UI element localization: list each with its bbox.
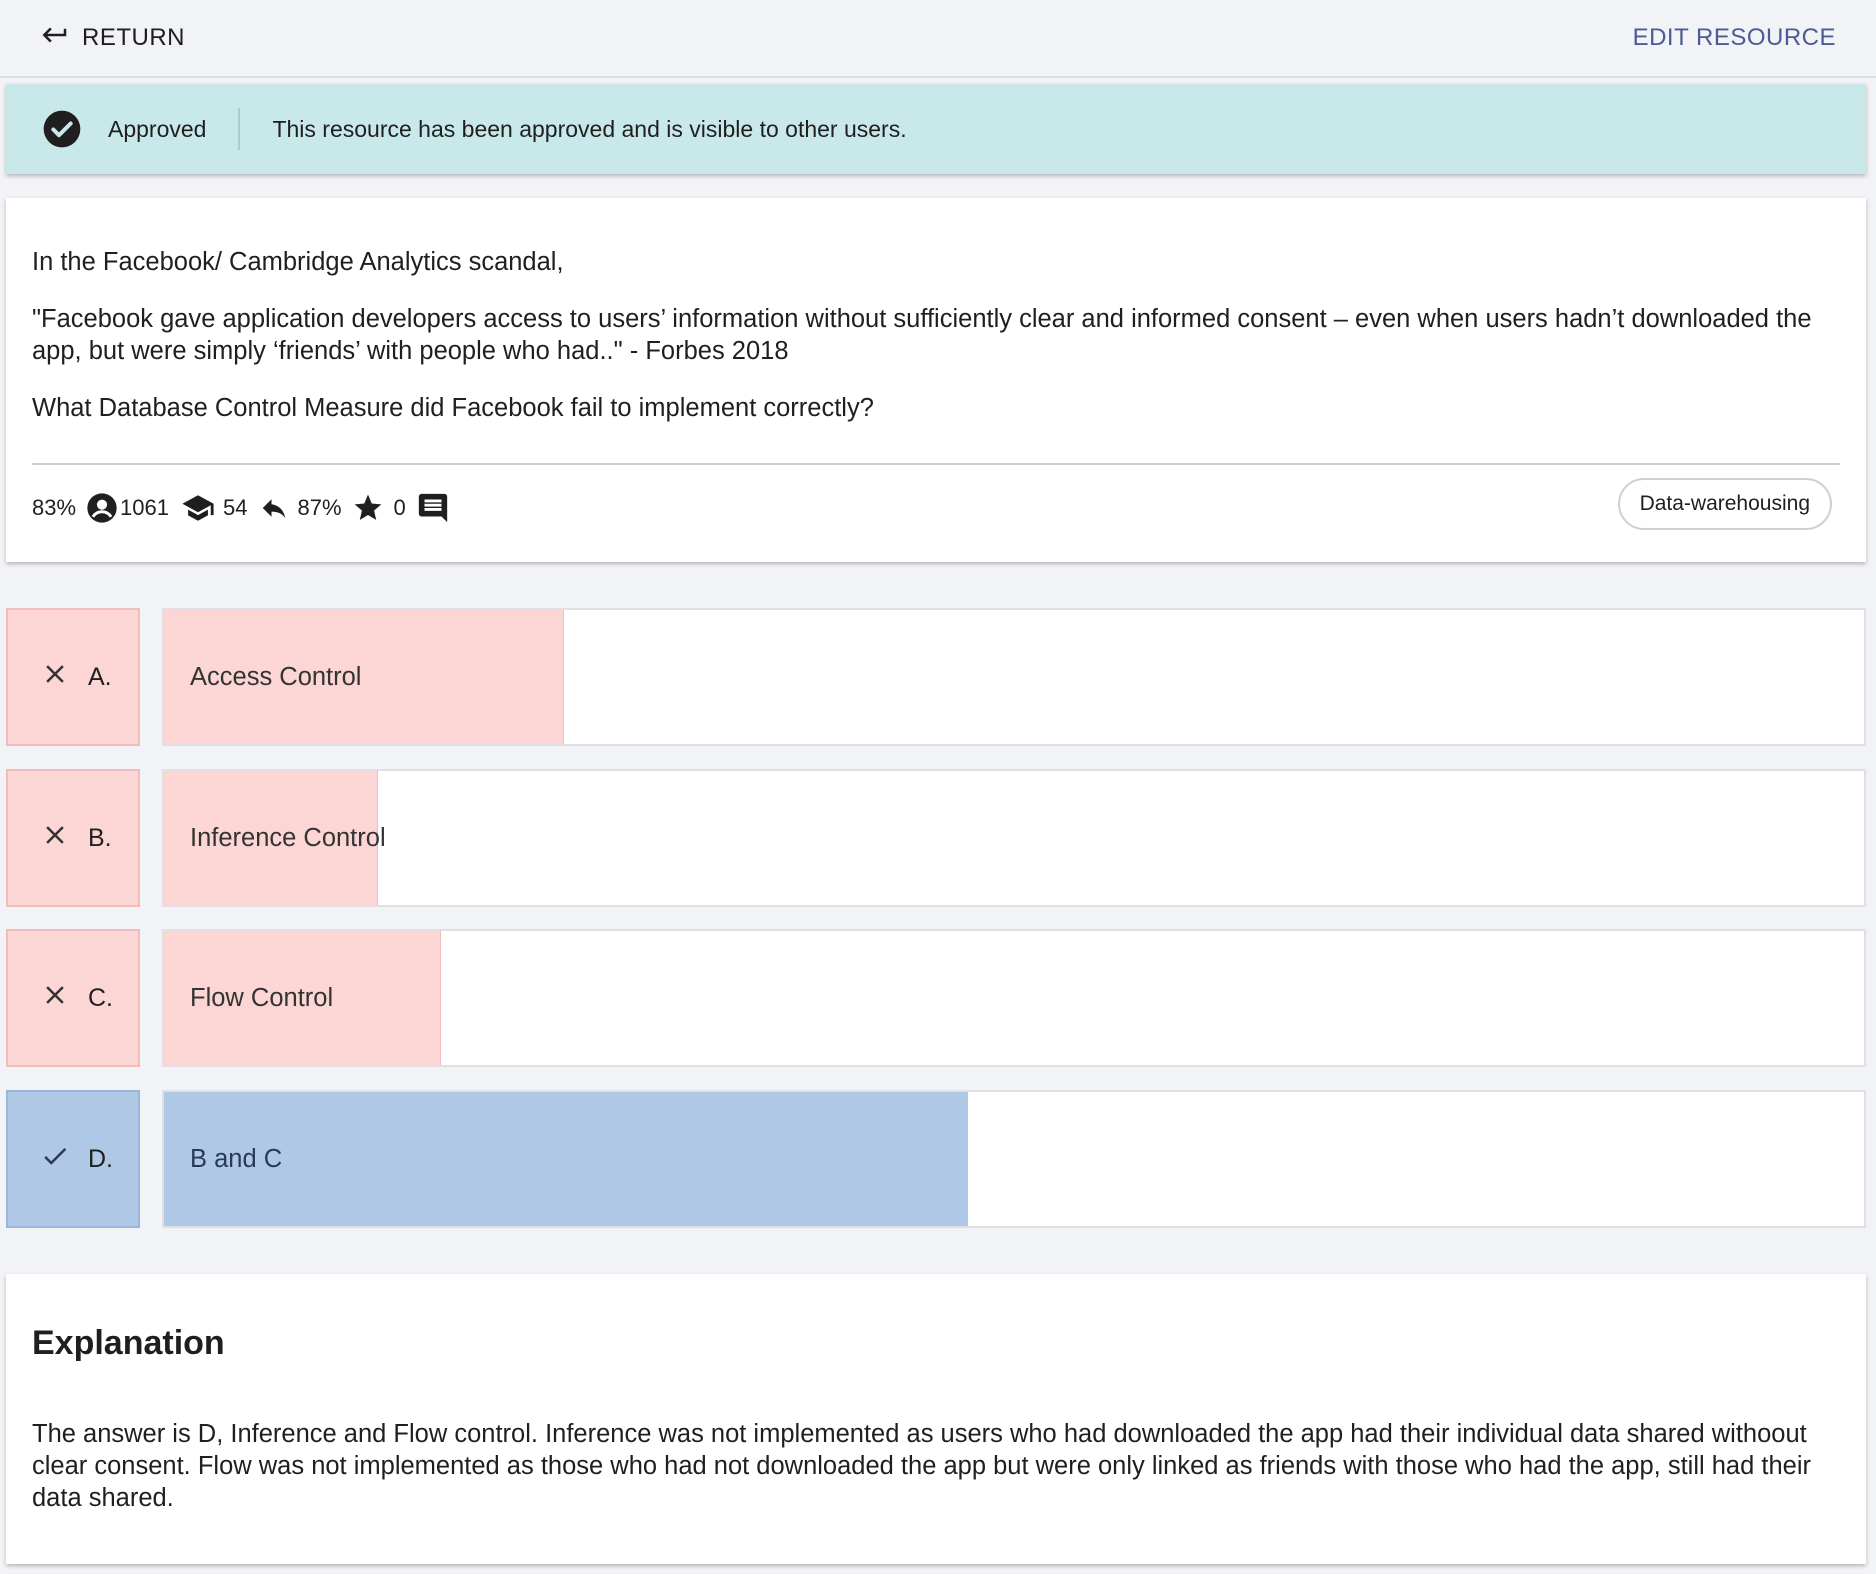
answer-letter: C. bbox=[88, 983, 113, 1012]
close-icon bbox=[40, 980, 70, 1017]
check-circle-icon bbox=[42, 109, 82, 149]
answer-text: Access Control bbox=[190, 662, 362, 691]
difficulty-count: 54 bbox=[223, 495, 248, 520]
answer-text: B and C bbox=[190, 1144, 283, 1173]
question-quote: "Facebook gave application developers ac… bbox=[32, 305, 1812, 365]
close-icon bbox=[40, 820, 70, 857]
explanation-card: Explanation The answer is D, Inference a… bbox=[6, 1274, 1866, 1564]
return-button[interactable]: RETURN bbox=[40, 20, 185, 57]
user-icon bbox=[86, 492, 118, 524]
question-stats: 83% 1061 54 87% 0 bbox=[32, 484, 450, 532]
answer-option-d[interactable]: D. B and C bbox=[6, 1090, 1866, 1228]
approval-status: Approved bbox=[108, 115, 207, 142]
approval-message: This resource has been approved and is v… bbox=[272, 115, 907, 142]
answer-letter-box: A. bbox=[6, 608, 140, 746]
question-prompt: What Database Control Measure did Facebo… bbox=[32, 394, 874, 422]
return-label: RETURN bbox=[82, 24, 185, 51]
card-divider bbox=[32, 463, 1840, 465]
star-count: 0 bbox=[393, 495, 406, 520]
star-icon bbox=[352, 492, 384, 524]
answer-bar: B and C bbox=[162, 1090, 1866, 1228]
approval-banner: Approved This resource has been approved… bbox=[6, 84, 1866, 174]
question-card: In the Facebook/ Cambridge Analytics sca… bbox=[6, 198, 1866, 562]
answer-letter: A. bbox=[88, 662, 112, 691]
answer-option-c[interactable]: C. Flow Control bbox=[6, 929, 1866, 1067]
answer-option-a[interactable]: A. Access Control bbox=[6, 608, 1866, 746]
reply-percentage: 87% bbox=[297, 495, 342, 520]
answer-text: Flow Control bbox=[190, 983, 334, 1012]
answer-letter-box: B. bbox=[6, 769, 140, 907]
question-intro: In the Facebook/ Cambridge Analytics sca… bbox=[32, 248, 564, 276]
answer-option-b[interactable]: B. Inference Control bbox=[6, 769, 1866, 907]
edit-resource-button[interactable]: EDIT RESOURCE bbox=[1633, 24, 1836, 52]
checkmark-icon bbox=[40, 1141, 70, 1178]
banner-divider bbox=[238, 108, 241, 150]
answer-letter: D. bbox=[88, 1144, 113, 1173]
answer-letter-box: D. bbox=[6, 1090, 140, 1228]
response-count: 1061 bbox=[120, 495, 169, 520]
answer-bar: Flow Control bbox=[162, 929, 1866, 1067]
correct-percentage: 83% bbox=[32, 495, 77, 520]
reply-icon bbox=[259, 493, 289, 523]
answer-share-fill bbox=[164, 1092, 969, 1226]
explanation-title: Explanation bbox=[32, 1324, 225, 1362]
answer-letter-box: C. bbox=[6, 929, 140, 1067]
comment-icon[interactable] bbox=[416, 491, 450, 525]
answer-letter: B. bbox=[88, 823, 112, 852]
graduation-cap-icon bbox=[181, 491, 215, 525]
topic-tag[interactable]: Data-warehousing bbox=[1617, 478, 1832, 530]
close-icon bbox=[40, 659, 70, 696]
return-arrow-icon bbox=[40, 20, 70, 57]
top-bar: RETURN EDIT RESOURCE bbox=[0, 0, 1876, 78]
answer-bar: Access Control bbox=[162, 608, 1866, 746]
explanation-text: The answer is D, Inference and Flow cont… bbox=[32, 1420, 1811, 1512]
answer-bar: Inference Control bbox=[162, 769, 1866, 907]
answer-text: Inference Control bbox=[190, 823, 386, 852]
